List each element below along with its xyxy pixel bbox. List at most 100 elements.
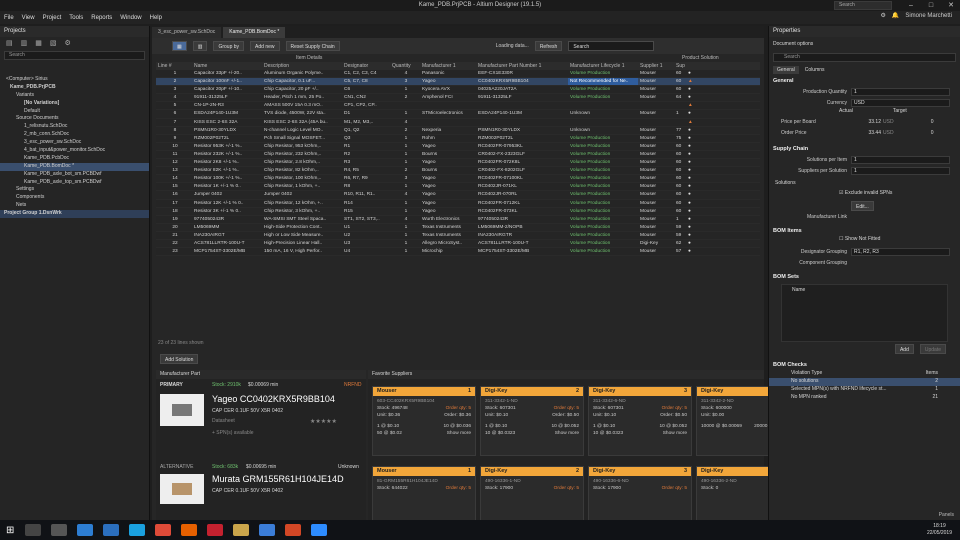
table-row[interactable]: 22 ACS781LLRTR-100U-T High-Precision Linea… [156,240,760,249]
table-row[interactable]: 9 RZM002P02T2L Pch Small Signal MOSFET... Q… [156,134,760,143]
bell-icon[interactable]: 🔔 [892,12,899,19]
exclude-invalid-checkbox[interactable]: ☑ Exclude invalid SPNs [769,190,960,200]
warning-icon[interactable]: ▲ [686,78,696,85]
edit-suppliers-button[interactable]: Edit... [851,200,874,211]
column-header[interactable]: Manufacturer Part Number 1 [476,62,568,70]
table-row[interactable]: 12 Resistor 2K8 +/-1 %.. Chip Resistor, 2.… [156,159,760,168]
table-row[interactable]: 16 Jumper 0402 Jumper 0402 R10, R11, R1.. 4 Y… [156,191,760,200]
gear-icon[interactable]: ⚙ [880,12,885,19]
info-icon[interactable]: ● [686,110,696,117]
table-row[interactable]: 23 MCP1754ST-3302E/MB 150 mA, 16 V, High P… [156,248,760,257]
refresh-button[interactable]: Refresh [534,41,563,51]
properties-search-input[interactable]: Search [773,53,956,62]
warning-icon[interactable]: ▲ [686,119,696,126]
tree-item[interactable]: Default [0,108,149,116]
info-icon[interactable]: ● [686,143,696,150]
acrobat-icon[interactable] [207,524,224,536]
tree-item[interactable]: Nets [0,202,149,210]
table-row[interactable]: 10 Resistor 953K +/-1 %.. Chip Resistor, 9… [156,143,760,151]
table-row[interactable]: 8 PSMN1R0-30YLDX N-channel Logic Level MO.… [156,127,760,135]
supplier-card[interactable]: Digi-Key 3 311-3342-6-ND Stock: 607301 Order… [588,386,692,456]
table-row[interactable]: 5 CN-1P-2N-R3 AMASS 500V 15A 0.3 mO.. CP1, … [156,102,760,111]
tab-bomdoc[interactable]: Kame_PDB.BomDoc * [223,27,286,38]
global-search-input[interactable]: Search [834,1,892,10]
chart-view-button[interactable]: ▥ [192,41,208,51]
menu-help[interactable]: Help [150,15,162,21]
task-view-icon[interactable] [51,524,68,536]
suppliers-per-solution-input[interactable]: 1 [851,166,950,175]
table-row[interactable]: 3 Capacitor 20pF +/-10.. Chip Capacitor, 2… [156,86,760,95]
datasheet-link[interactable]: Datasheet [212,418,235,424]
table-row[interactable]: 11 Resistor 232K +/-1 %.. Chip Resistor, 2… [156,150,760,160]
add-new-button[interactable]: Add new [250,41,280,51]
folder-icon[interactable]: ▥ [21,39,28,47]
tab-columns[interactable]: Columns [801,66,829,74]
info-icon[interactable]: ● [686,94,696,101]
windows-start-icon[interactable]: ⊞ [6,525,14,536]
table-row[interactable]: 4 91911-31325LF Header, Pitch 1 mm, 25 Po.… [156,94,760,103]
mail-icon[interactable] [77,524,94,536]
check-row[interactable]: No solutions 2 [769,378,960,386]
column-header[interactable]: Line # [156,62,192,70]
tree-item[interactable]: 1_relisnutu.SchDoc [0,123,149,131]
menu-reports[interactable]: Reports [91,15,112,21]
check-row[interactable]: No MPN ranked 21 [769,394,960,402]
zoom-icon[interactable] [311,524,328,536]
section-bom-checks[interactable]: BOM Checks [769,360,960,370]
tree-item[interactable]: Settings [0,186,149,194]
section-general[interactable]: General [769,76,960,86]
order-price-target[interactable]: 0 [894,130,934,136]
firefox-icon[interactable] [181,524,198,536]
add-bom-set-button[interactable]: Add [894,344,914,354]
tree-item[interactable]: Kame_PDB_axle_top_sm.PCBDwf [0,179,149,187]
currency-select[interactable]: USD [851,98,950,107]
info-icon[interactable]: ● [686,240,696,247]
info-icon[interactable]: ● [686,216,696,223]
section-supply-chain[interactable]: Supply Chain [769,144,960,154]
supplier-card[interactable]: Mouser 1 603-CC402KRX5R9BB104 Stock: 496748… [372,386,476,456]
tree-item[interactable]: Project Group 1.DsnWrk [0,210,149,219]
gear-icon[interactable]: ⚙ [65,39,71,47]
tab-esc-power[interactable]: 3_esc_power_sw.SchDoc [152,27,222,38]
table-row[interactable]: 6 ESDA24P140-1U3M TVS diode, 4500W, 22V st… [156,110,760,119]
tree-item[interactable]: Components [0,194,149,202]
tree-item[interactable]: Kame_PDB_axle_bot_sm.PCBDwf [0,171,149,179]
info-icon[interactable]: ● [686,127,696,134]
info-icon[interactable]: ● [686,175,696,182]
group-by-button[interactable]: Group by [213,41,245,51]
grid-view-button[interactable]: ▦ [172,41,187,51]
section-bom-items[interactable]: BOM Items [769,226,960,236]
column-header[interactable]: Name [192,62,262,70]
production-quantity-input[interactable]: 1 [851,87,950,96]
warning-icon[interactable]: ▲ [686,102,696,109]
tree-item[interactable]: 3_esc_power_sw.SchDoc [0,139,149,147]
part-name-alt[interactable]: Murata GRM155R61H104JE14D [212,474,344,484]
column-header[interactable]: Quantity [390,62,420,70]
info-icon[interactable]: ● [686,191,696,198]
doc-icon[interactable]: ▧ [50,39,57,47]
column-header[interactable]: Description [262,62,342,70]
menu-tools[interactable]: Tools [69,15,83,21]
close-button[interactable]: ✕ [938,0,960,11]
tree-item-selected[interactable]: Kame_PDB.BomDoc * [0,162,149,171]
part-name-primary[interactable]: Yageo CC0402KRX5R9BB104 [212,394,335,404]
designator-grouping-select[interactable]: R1, R2, R3 [851,247,950,256]
more-spn[interactable]: + SPN(s) available [212,430,254,436]
table-row[interactable]: 2 Capacitor 100nF +/-1.. Chip Capacitor, 0… [156,78,760,87]
info-icon[interactable]: ● [686,248,696,255]
info-icon[interactable]: ● [686,135,696,142]
info-icon[interactable]: ● [686,183,696,190]
column-header[interactable]: Designator [342,62,390,70]
table-row[interactable]: 19 9774050243R WA-SMSI SMT Steel Spaca.. ST… [156,215,760,224]
skype-icon[interactable] [129,524,146,536]
info-icon[interactable]: ● [686,70,696,77]
copy-icon[interactable]: ▦ [35,39,42,47]
table-row[interactable]: 21 INA230AIRGT High or Low Side Measure.. U… [156,231,760,240]
price-per-board-target[interactable]: 0 [894,119,934,125]
bom-search-input[interactable]: Search [568,41,655,51]
doc-icon[interactable] [259,524,276,536]
solutions-per-item-input[interactable]: 1 [851,155,950,164]
info-icon[interactable]: ● [686,151,696,158]
add-solution-button[interactable]: Add Solution [160,354,199,364]
tree-item[interactable]: Kame_PDB.PrjPCB [0,84,149,92]
